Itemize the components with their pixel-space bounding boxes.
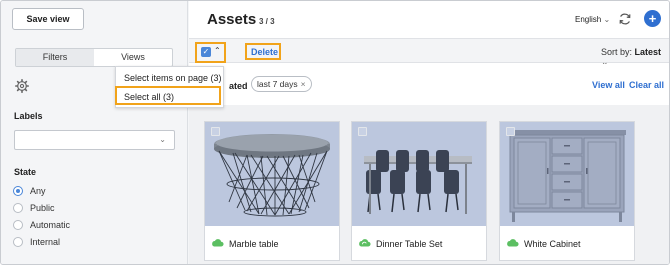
state-option-public[interactable]: Public xyxy=(13,203,55,213)
select-all-highlight xyxy=(115,86,221,105)
select-all-checkbox[interactable]: ✓ xyxy=(201,47,211,57)
page-title: Assets xyxy=(207,11,257,28)
delete-button[interactable]: Delete xyxy=(251,47,278,57)
refresh-icon[interactable] xyxy=(618,12,632,26)
dinner-table-set-image xyxy=(364,150,472,214)
asset-count: 3 / 3 xyxy=(259,17,275,26)
state-option-internal[interactable]: Internal xyxy=(13,237,60,247)
cloud-sync-icon xyxy=(359,239,371,247)
state-heading: State xyxy=(14,167,37,177)
radio-button[interactable] xyxy=(13,237,23,247)
tab-views[interactable]: Views xyxy=(94,49,172,66)
asset-name[interactable]: Marble table xyxy=(229,239,279,249)
state-option-label: Any xyxy=(30,186,46,196)
sidebar: Save view Filters Views Labels ⌄ State A… xyxy=(1,1,188,264)
main-panel: Assets 3 / 3 English ⌄ + ✓ ⌃ Delete Sort… xyxy=(189,1,669,264)
filter-chip[interactable]: last 7 days × xyxy=(251,76,312,92)
tab-filters[interactable]: Filters xyxy=(16,49,94,66)
white-cabinet-image xyxy=(508,130,626,222)
chevron-up-icon[interactable]: ⌃ xyxy=(214,46,221,55)
asset-name[interactable]: White Cabinet xyxy=(524,239,581,249)
card-checkbox[interactable] xyxy=(211,127,220,136)
radio-button[interactable] xyxy=(13,186,23,196)
active-filters-bar: ated last 7 days × View all Clear all xyxy=(189,64,669,104)
card-checkbox[interactable] xyxy=(506,127,515,136)
asset-thumbnail[interactable] xyxy=(500,122,634,226)
add-asset-button[interactable]: + xyxy=(644,10,661,27)
menu-item-select-page[interactable]: Select items on page (3) xyxy=(124,73,222,83)
clear-all-link[interactable]: Clear all xyxy=(629,80,664,90)
filter-chip-label: last 7 days xyxy=(257,79,298,89)
asset-card[interactable]: White Cabinet xyxy=(499,121,635,261)
chevron-down-icon: ⌄ xyxy=(159,135,166,144)
labels-heading: Labels xyxy=(14,111,43,121)
language-select[interactable]: English ⌄ xyxy=(575,15,610,24)
state-option-any[interactable]: Any xyxy=(13,186,46,196)
save-view-button[interactable]: Save view xyxy=(12,8,84,30)
radio-button[interactable] xyxy=(13,203,23,213)
app-window: Save view Filters Views Labels ⌄ State A… xyxy=(0,0,670,265)
asset-card[interactable]: Marble table xyxy=(204,121,340,261)
view-all-link[interactable]: View all xyxy=(592,80,625,90)
radio-button[interactable] xyxy=(13,220,23,230)
state-option-automatic[interactable]: Automatic xyxy=(13,220,70,230)
sort-label: Sort by: xyxy=(601,47,633,57)
state-option-label: Internal xyxy=(30,237,61,247)
cloud-icon xyxy=(507,239,519,247)
close-icon[interactable]: × xyxy=(301,79,306,89)
card-checkbox[interactable] xyxy=(358,127,367,136)
asset-thumbnail[interactable] xyxy=(352,122,486,226)
state-option-label: Public xyxy=(30,203,55,213)
selection-toolbar: ✓ ⌃ Delete Sort by: Latest ⌄ xyxy=(189,38,669,67)
asset-thumbnail[interactable] xyxy=(205,122,339,226)
gear-icon[interactable] xyxy=(15,79,29,93)
chevron-down-icon: ⌄ xyxy=(603,15,611,24)
labels-select[interactable]: ⌄ xyxy=(14,130,175,150)
cloud-icon xyxy=(212,239,224,247)
asset-name[interactable]: Dinner Table Set xyxy=(376,239,442,249)
state-option-label: Automatic xyxy=(30,220,71,230)
language-label: English xyxy=(575,15,602,24)
asset-grid: Marble table Dinner Table Set White Cabi… xyxy=(189,105,669,264)
asset-card[interactable]: Dinner Table Set xyxy=(351,121,487,261)
filter-label: ated xyxy=(229,81,248,91)
marble-table-image xyxy=(214,134,330,217)
sort-value: Latest xyxy=(634,47,662,57)
sidebar-tabs: Filters Views xyxy=(15,48,173,67)
